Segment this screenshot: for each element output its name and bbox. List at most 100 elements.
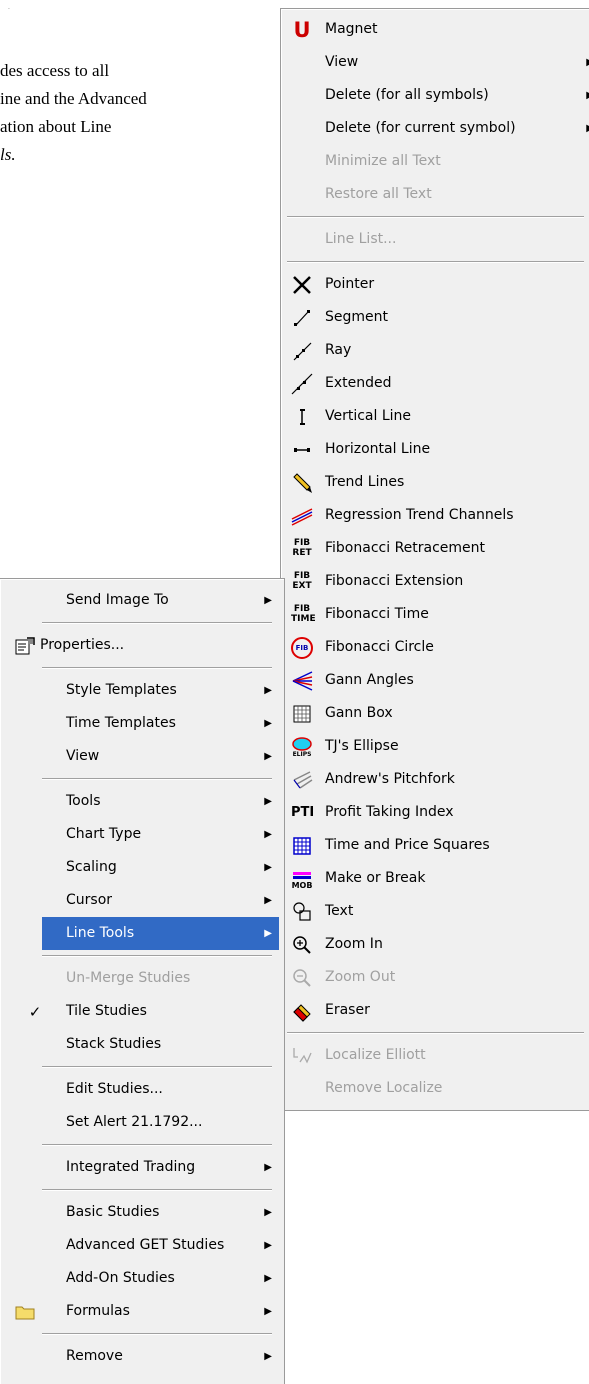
menu-item-chart-type[interactable]: Chart Type ▶: [0, 818, 284, 851]
doc-line: ls.: [0, 145, 16, 164]
submenu-arrow-icon: ▶: [264, 1162, 272, 1173]
menu-item-properties[interactable]: Properties...: [0, 629, 284, 662]
menu-item-label: Line Tools: [66, 925, 135, 941]
menu-item-label: Fibonacci Circle: [325, 639, 434, 655]
menu-item-label: Fibonacci Retracement: [325, 540, 486, 556]
pointer-icon: [291, 274, 313, 296]
menu-item-localize-elliott: Localize Elliott: [281, 1039, 589, 1072]
menu-item-set-alert[interactable]: Set Alert 21.1792...: [0, 1106, 284, 1139]
menu-item-label: Magnet: [325, 21, 378, 37]
submenu-arrow-icon: ▶: [264, 1207, 272, 1218]
menu-item-eraser[interactable]: Eraser: [281, 994, 589, 1027]
ray-icon: [291, 340, 313, 362]
menu-item-label: Horizontal Line: [325, 441, 431, 457]
menu-item-restore-all-text: Restore all Text: [281, 178, 589, 211]
fib-time-icon-text: FIB: [293, 604, 311, 614]
menu-item-basic-studies[interactable]: Basic Studies ▶: [0, 1196, 284, 1229]
menu-item-trend-lines[interactable]: Trend Lines: [281, 466, 589, 499]
menu-item-label: Advanced GET Studies: [66, 1237, 225, 1253]
menu-item-text[interactable]: Text: [281, 895, 589, 928]
menu-item-andrews-pitchfork[interactable]: Andrew's Pitchfork: [281, 763, 589, 796]
menu-item-stack-studies[interactable]: Stack Studies: [0, 1028, 284, 1061]
menu-item-gann-angles[interactable]: Gann Angles: [281, 664, 589, 697]
menu-item-label: Line List...: [325, 231, 397, 247]
menu-item-label: Eraser: [325, 1002, 370, 1018]
menu-item-view[interactable]: View ▶: [281, 46, 589, 79]
menu-item-label: Gann Angles: [325, 672, 414, 688]
submenu-arrow-icon: ▶: [264, 928, 272, 939]
menu-item-label: Un-Merge Studies: [66, 970, 191, 986]
menu-item-horizontal-line[interactable]: Horizontal Line: [281, 433, 589, 466]
menu-item-label: TJ's Ellipse: [325, 738, 399, 754]
menu-item-edit-studies[interactable]: Edit Studies...: [0, 1073, 284, 1106]
menu-item-segment[interactable]: Segment: [281, 301, 589, 334]
menu-item-label: Ray: [325, 342, 352, 358]
menu-item-ray[interactable]: Ray: [281, 334, 589, 367]
menu-item-fibonacci-time[interactable]: FIB TIME Fibonacci Time: [281, 598, 589, 631]
magnet-icon: U: [293, 17, 311, 42]
menu-item-gann-box[interactable]: Gann Box: [281, 697, 589, 730]
menu-item-formulas[interactable]: Formulas ▶: [0, 1295, 284, 1328]
submenu-arrow-icon: ▶: [264, 1351, 272, 1362]
fib-circle-icon: FIB: [291, 637, 313, 659]
menu-item-remove[interactable]: Remove ▶: [0, 1340, 284, 1373]
menu-item-add-on-studies[interactable]: Add-On Studies ▶: [0, 1262, 284, 1295]
menu-item-fibonacci-circle[interactable]: FIB Fibonacci Circle: [281, 631, 589, 664]
menu-item-label: Style Templates: [66, 682, 177, 698]
menu-item-time-and-price-squares[interactable]: Time and Price Squares: [281, 829, 589, 862]
segment-icon: [291, 307, 313, 329]
gann-angles-icon: [291, 670, 313, 692]
menu-item-profit-taking-index[interactable]: PTI Profit Taking Index: [281, 796, 589, 829]
menu-item-label: Text: [325, 903, 354, 919]
pencil-icon: [291, 472, 313, 494]
pti-icon: PTI: [291, 805, 315, 820]
menu-item-time-templates[interactable]: Time Templates ▶: [0, 707, 284, 740]
document-body-text: des access to all ine and the Advanced a…: [0, 57, 280, 169]
menu-item-delete-current-symbol[interactable]: Delete (for current symbol) ▶: [281, 112, 589, 145]
menu-item-make-or-break[interactable]: MOB Make or Break: [281, 862, 589, 895]
submenu-arrow-icon: ▶: [264, 796, 272, 807]
submenu-arrow-icon: ▶: [264, 1306, 272, 1317]
menu-separator: [0, 1328, 284, 1340]
menu-separator: [0, 950, 284, 962]
menu-item-magnet[interactable]: U Magnet: [281, 13, 589, 46]
text-tool-icon: [291, 901, 313, 923]
zoom-out-icon: [291, 967, 313, 989]
menu-item-extended[interactable]: Extended: [281, 367, 589, 400]
menu-item-view[interactable]: View ▶: [0, 740, 284, 773]
menu-item-label: Stack Studies: [66, 1036, 162, 1052]
menu-item-send-image-to[interactable]: Send Image To ▶: [0, 584, 284, 617]
menu-item-advanced-get-studies[interactable]: Advanced GET Studies ▶: [0, 1229, 284, 1262]
menu-item-fibonacci-extension[interactable]: FIB EXT Fibonacci Extension: [281, 565, 589, 598]
submenu-arrow-icon: ▶: [264, 718, 272, 729]
menu-item-label: Formulas: [66, 1303, 130, 1319]
menu-item-integrated-trading[interactable]: Integrated Trading ▶: [0, 1151, 284, 1184]
menu-item-zoom-in[interactable]: Zoom In: [281, 928, 589, 961]
menu-item-line-tools[interactable]: Line Tools ▶: [42, 917, 279, 950]
menu-item-label: Delete (for all symbols): [325, 87, 489, 103]
menu-item-tjs-ellipse[interactable]: ELIPS TJ's Ellipse: [281, 730, 589, 763]
menu-item-label: Segment: [325, 309, 388, 325]
menu-item-label: Delete (for current symbol): [325, 120, 516, 136]
horizontal-line-icon: [291, 439, 313, 461]
menu-item-remove-localize: Remove Localize: [281, 1072, 589, 1105]
menu-item-minimize-all-text: Minimize all Text: [281, 145, 589, 178]
fib-time-icon: FIB TIME: [291, 604, 316, 626]
menu-item-vertical-line[interactable]: Vertical Line: [281, 400, 589, 433]
menu-item-pointer[interactable]: Pointer: [281, 268, 589, 301]
menu-item-style-templates[interactable]: Style Templates ▶: [0, 674, 284, 707]
menu-item-scaling[interactable]: Scaling ▶: [0, 851, 284, 884]
menu-item-fibonacci-retracement[interactable]: FIB RET Fibonacci Retracement: [281, 532, 589, 565]
menu-item-tile-studies[interactable]: ✓ Tile Studies: [0, 995, 284, 1028]
menu-item-cursor[interactable]: Cursor ▶: [0, 884, 284, 917]
fib-ext-icon-text: EXT: [292, 581, 312, 591]
menu-item-delete-all-symbols[interactable]: Delete (for all symbols) ▶: [281, 79, 589, 112]
menu-item-label: Edit Studies...: [66, 1081, 163, 1097]
ellipse-icon: ELIPS: [291, 736, 313, 758]
menu-item-label: Fibonacci Extension: [325, 573, 464, 589]
menu-item-tools[interactable]: Tools ▶: [0, 785, 284, 818]
menu-item-regression-trend-channels[interactable]: Regression Trend Channels: [281, 499, 589, 532]
line-tools-submenu: U Magnet View ▶ Delete (for all symbols)…: [280, 8, 589, 1111]
menu-separator: [281, 256, 589, 268]
menu-item-label: Integrated Trading: [66, 1159, 196, 1175]
